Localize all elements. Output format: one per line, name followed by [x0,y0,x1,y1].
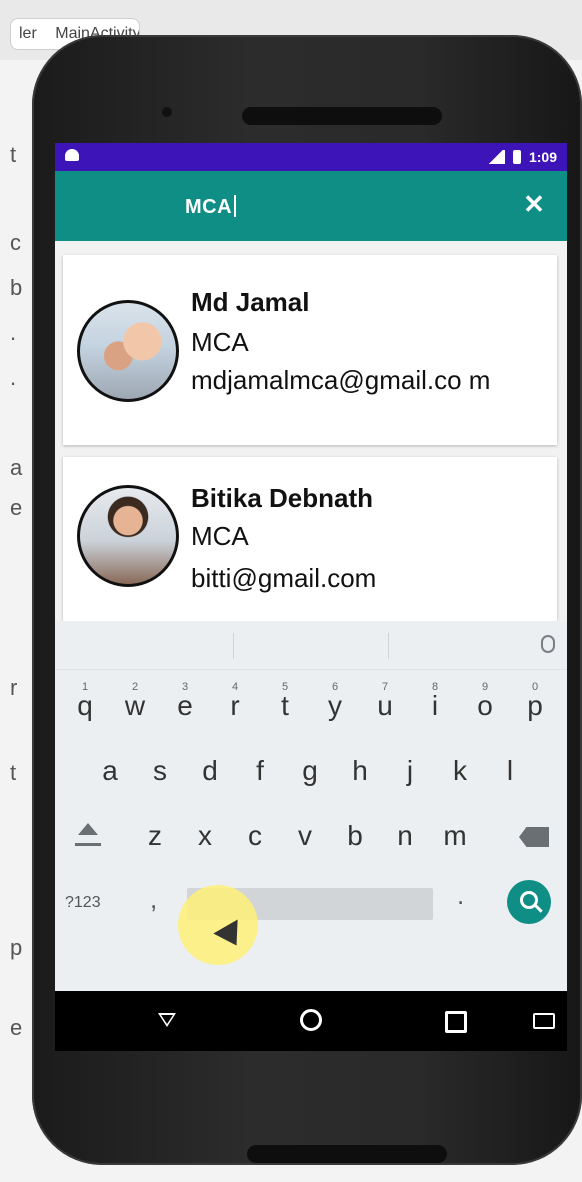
key-r[interactable]: 4r [215,681,255,731]
key-d[interactable]: d [190,746,230,796]
status-time: 1:09 [528,149,557,165]
battery-icon [512,150,521,164]
avatar [77,485,179,587]
soft-keyboard: 1q 2w 3e 4r 5t 6y 7u 8i 9o 0p a s d f g … [55,621,567,991]
bg-fragment: b [10,275,23,300]
shift-icon[interactable] [75,821,101,847]
key-f[interactable]: f [240,746,280,796]
search-input[interactable]: MCA [185,195,237,219]
text-cursor [234,195,237,217]
bg-fragment: p [10,935,23,960]
mic-icon[interactable] [541,635,555,653]
key-w[interactable]: 2w [115,681,155,731]
period-key[interactable]: . [457,880,464,911]
bg-fragment: r [10,675,18,700]
bg-fragment: . [10,365,17,390]
key-c[interactable]: c [235,811,275,861]
status-bar: 1:09 [55,143,567,171]
symbols-key[interactable]: ?123 [65,894,101,912]
key-s[interactable]: s [140,746,180,796]
keyboard-row-3: z x c v b n m [55,811,567,871]
student-course: MCA [191,327,249,357]
front-camera [162,107,172,117]
key-n[interactable]: n [385,811,425,861]
avatar [77,300,179,402]
student-name: Bitika Debnath [191,483,374,513]
search-icon[interactable] [507,880,551,924]
comma-key[interactable]: , [150,884,157,915]
key-x[interactable]: x [185,811,225,861]
student-name: Md Jamal [191,287,310,317]
key-p[interactable]: 0p [515,681,555,731]
key-e[interactable]: 3e [165,681,205,731]
key-l[interactable]: l [490,746,530,796]
key-i[interactable]: 8i [415,681,455,731]
suggestion-strip [55,621,567,670]
status-right: 1:09 [486,149,557,165]
student-email: bitti@gmail.com [191,563,377,593]
list-item[interactable]: Bitika Debnath MCA bitti@gmail.com [63,457,557,621]
top-speaker [242,107,442,125]
bg-fragment: t [10,142,17,167]
key-h[interactable]: h [340,746,380,796]
back-icon[interactable] [158,1013,176,1027]
key-t[interactable]: 5t [265,681,305,731]
pointer-highlight [178,885,258,965]
keyboard-icon[interactable] [533,1013,555,1029]
keyboard-row-1: 1q 2w 3e 4r 5t 6y 7u 8i 9o 0p [55,681,567,741]
suggestion-divider [233,633,234,659]
signal-icon [486,150,505,164]
suggestion-divider [388,633,389,659]
bg-fragment: e [10,1015,23,1040]
key-o[interactable]: 9o [465,681,505,731]
key-g[interactable]: g [290,746,330,796]
key-k[interactable]: k [440,746,480,796]
browser-tab-label: ler [19,25,37,42]
key-q[interactable]: 1q [65,681,105,731]
key-a[interactable]: a [90,746,130,796]
bg-fragment: e [10,495,23,520]
key-v[interactable]: v [285,811,325,861]
key-y[interactable]: 6y [315,681,355,731]
phone-screen: 1:09 MCA ✕ Md Jamal MCA mdjamalmca@gmail… [55,143,567,1051]
bg-fragment: c [10,230,21,255]
close-icon[interactable]: ✕ [521,191,547,217]
home-icon[interactable] [300,1009,322,1031]
search-app-bar: MCA ✕ [55,171,567,241]
key-m[interactable]: m [435,811,475,861]
keyboard-row-2: a s d f g h j k l [55,746,567,806]
bottom-speaker [247,1145,447,1163]
android-icon [65,149,79,161]
student-email: mdjamalmca@gmail.co m [191,365,491,395]
key-b[interactable]: b [335,811,375,861]
bg-fragment: . [10,320,17,345]
bg-fragment: t [10,760,17,785]
key-j[interactable]: j [390,746,430,796]
list-item[interactable]: Md Jamal MCA mdjamalmca@gmail.co m [63,255,557,445]
key-z[interactable]: z [135,811,175,861]
navigation-bar [55,991,567,1051]
student-course: MCA [191,521,249,551]
results-list: Md Jamal MCA mdjamalmca@gmail.co m Bitik… [55,241,567,621]
recent-apps-icon[interactable] [445,1011,467,1033]
backspace-icon[interactable] [519,827,549,847]
keyboard-row-4: ?123 , . [55,876,567,936]
search-query-text: MCA [185,196,233,218]
bg-fragment: a [10,455,23,480]
key-u[interactable]: 7u [365,681,405,731]
